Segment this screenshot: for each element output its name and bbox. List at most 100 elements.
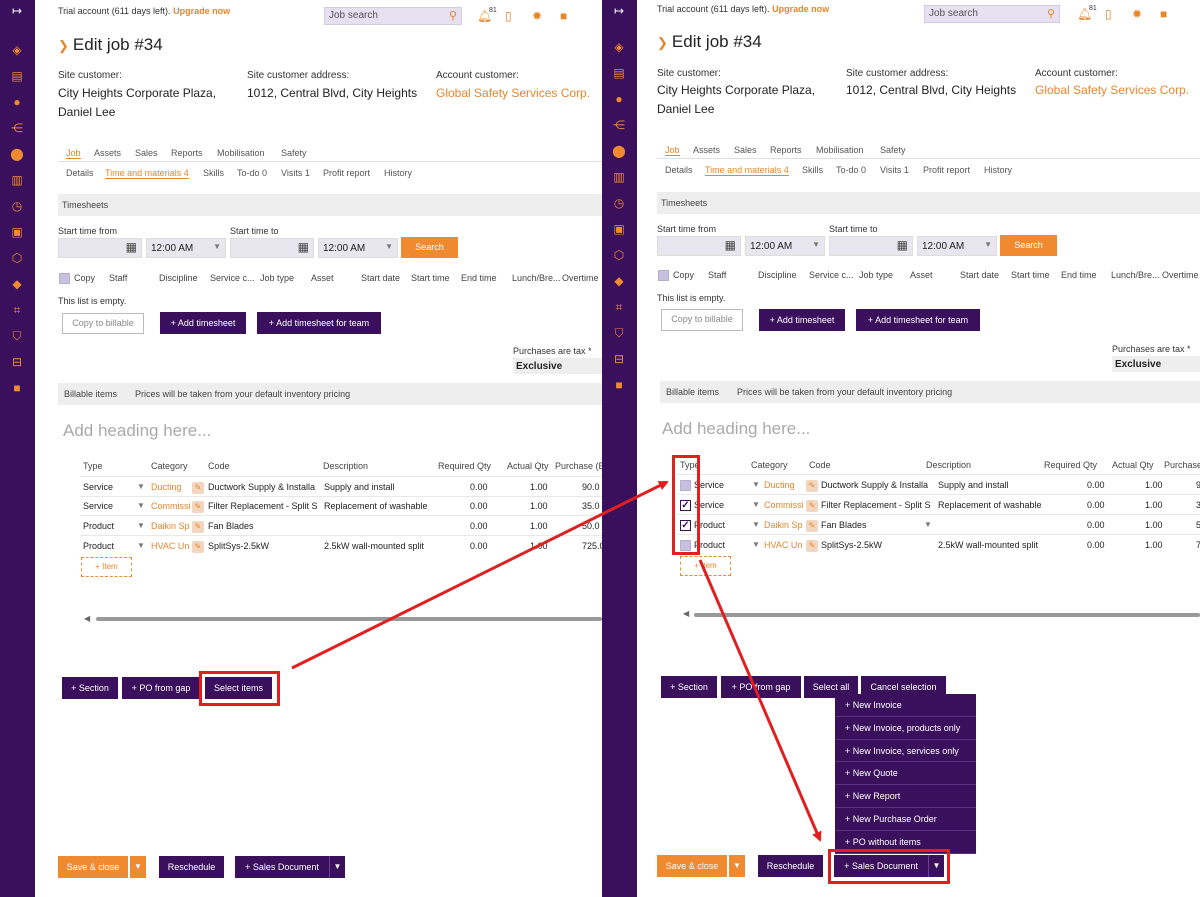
chart-icon[interactable]: ▥ (10, 173, 24, 187)
subtab-skills[interactable]: Skills (203, 168, 224, 178)
save-close-button[interactable]: Save & close (58, 856, 128, 878)
tab-mobilisation[interactable]: Mobilisation (217, 148, 265, 158)
po-from-gap-button[interactable]: + PO from gap (721, 676, 801, 698)
job-search-input[interactable]: Job search ⚲ (324, 7, 462, 25)
tag-icon[interactable]: ✎ (192, 501, 204, 513)
copy-to-billable-button[interactable]: Copy to billable (661, 309, 743, 331)
menu-new-purchase-order[interactable]: + New Purchase Order (835, 808, 976, 831)
cell-actual[interactable]: 1.00 (530, 521, 548, 531)
cell-required[interactable]: 0.00 (470, 501, 488, 511)
tag-icon[interactable]: ◈ (612, 40, 626, 54)
chevron-down-icon[interactable]: ▼ (137, 482, 145, 491)
subtab-skills[interactable]: Skills (802, 165, 823, 175)
reschedule-button[interactable]: Reschedule (758, 855, 823, 877)
horizontal-scrollbar[interactable] (694, 613, 1200, 617)
book-icon[interactable]: ■ (560, 9, 567, 23)
search-icon[interactable]: ⚲ (449, 9, 457, 22)
cell-required[interactable]: 0.00 (470, 521, 488, 531)
clock-icon[interactable]: ◷ (612, 196, 626, 210)
horizontal-scrollbar[interactable] (96, 617, 602, 621)
scan-icon[interactable]: ⌗ (10, 303, 24, 317)
tax-select[interactable]: Exclusive (513, 358, 602, 374)
subtab-todo[interactable]: To-do 0 (237, 168, 267, 178)
table-row[interactable]: Service ▼ Commissi ✎ Filter Replacement … (694, 500, 1200, 514)
cell-required[interactable]: 0.00 (470, 541, 488, 551)
chart-icon[interactable]: ▥ (612, 170, 626, 184)
tag-icon[interactable]: ✎ (806, 480, 818, 492)
calendar-icon[interactable]: ▦ (126, 240, 137, 254)
table-row[interactable]: Product ▼ HVAC Un ✎ SplitSys-2.5kW 2.5kW… (694, 540, 1200, 554)
subtab-todo[interactable]: To-do 0 (836, 165, 866, 175)
shield-icon[interactable]: ⛉ (612, 326, 626, 340)
menu-new-quote[interactable]: + New Quote (835, 762, 976, 786)
subtab-visits[interactable]: Visits 1 (281, 168, 310, 178)
heading-input[interactable]: Add heading here... (63, 421, 211, 441)
start-to-time[interactable]: 12:00 AM ▼ (917, 236, 997, 256)
start-from-time[interactable]: 12:00 AM ▼ (745, 236, 825, 256)
add-timesheet-button[interactable]: + Add timesheet (759, 309, 845, 331)
add-timesheet-team-button[interactable]: + Add timesheet for team (257, 312, 381, 334)
clipboard-icon[interactable]: ▣ (612, 222, 626, 236)
cell-actual[interactable]: 1.00 (1145, 480, 1163, 490)
start-from-date[interactable]: ▦ (657, 236, 741, 256)
start-from-date[interactable]: ▦ (58, 238, 142, 258)
search-button[interactable]: Search (401, 237, 458, 258)
sales-document-button[interactable]: + Sales Document (235, 856, 329, 878)
chevron-down-icon[interactable]: ▼ (752, 520, 760, 529)
add-timesheet-button[interactable]: + Add timesheet (160, 312, 246, 334)
cell-category[interactable]: Commissi (151, 501, 191, 511)
tag-icon[interactable]: ✎ (192, 482, 204, 494)
shield-icon[interactable]: ⛉ (10, 329, 24, 343)
tab-sales[interactable]: Sales (734, 145, 757, 155)
calendar-icon[interactable]: ▦ (298, 240, 309, 254)
user-icon[interactable]: ● (10, 95, 24, 109)
tab-sales[interactable]: Sales (135, 148, 158, 158)
hierarchy-icon[interactable]: ⋲ (612, 118, 626, 132)
add-timesheet-team-button[interactable]: + Add timesheet for team (856, 309, 980, 331)
box-icon[interactable]: ⬡ (612, 248, 626, 262)
search-icon[interactable]: ⚲ (1047, 7, 1055, 20)
chevron-down-icon[interactable]: ▼ (137, 521, 145, 530)
chevron-down-icon[interactable]: ❯ (58, 38, 69, 53)
cell-category[interactable]: HVAC Un (764, 540, 802, 550)
tag-icon[interactable]: ✎ (192, 541, 204, 553)
phone-icon[interactable]: ▯ (1105, 7, 1112, 21)
cell-actual[interactable]: 1.00 (530, 541, 548, 551)
add-item-button[interactable]: + Item (680, 556, 731, 576)
tab-assets[interactable]: Assets (94, 148, 121, 158)
cell-required[interactable]: 0.00 (1087, 480, 1105, 490)
tab-safety[interactable]: Safety (281, 148, 307, 158)
subtab-visits[interactable]: Visits 1 (880, 165, 909, 175)
clipboard-icon[interactable]: ▣ (10, 225, 24, 239)
tab-job[interactable]: Job (66, 148, 81, 159)
cell-required[interactable]: 0.00 (1087, 520, 1105, 530)
collapse-icon[interactable]: ↦ (10, 4, 24, 18)
document-icon[interactable]: ▤ (612, 66, 626, 80)
subtab-profit-report[interactable]: Profit report (923, 165, 970, 175)
reschedule-button[interactable]: Reschedule (159, 856, 224, 878)
cell-actual[interactable]: 1.00 (530, 482, 548, 492)
start-to-date[interactable]: ▦ (230, 238, 314, 258)
cell-required[interactable]: 0.00 (470, 482, 488, 492)
subtab-time-materials[interactable]: Time and materials 4 (705, 165, 789, 176)
upgrade-link[interactable]: Upgrade now (173, 6, 230, 16)
chevron-down-icon[interactable]: ▼ (137, 501, 145, 510)
copy-to-billable-button[interactable]: Copy to billable (62, 313, 144, 334)
start-from-time[interactable]: 12:00 AM ▼ (146, 238, 226, 258)
subtab-history[interactable]: History (384, 168, 412, 178)
save-close-button[interactable]: Save & close (657, 855, 727, 877)
table-row[interactable]: Service ▼ Ducting ✎ Ductwork Supply & In… (694, 480, 1200, 494)
menu-new-invoice[interactable]: + New Invoice (835, 694, 976, 717)
tag-icon[interactable]: ✎ (806, 520, 818, 532)
calendar-icon[interactable]: ▦ (725, 238, 736, 252)
select-all-checkbox[interactable] (59, 273, 70, 284)
tab-safety[interactable]: Safety (880, 145, 906, 155)
tag-icon[interactable]: ✎ (192, 521, 204, 533)
add-section-button[interactable]: + Section (62, 677, 118, 699)
cell-required[interactable]: 0.00 (1087, 500, 1105, 510)
sales-document-toggle[interactable]: ▼ (329, 856, 345, 878)
cell-category[interactable]: Ducting (151, 482, 182, 492)
table-row[interactable]: Service ▼ Ducting ✎ Ductwork Supply & In… (83, 482, 602, 496)
gear-icon[interactable]: ✹ (1132, 7, 1142, 21)
tag-icon[interactable]: ✎ (806, 540, 818, 552)
